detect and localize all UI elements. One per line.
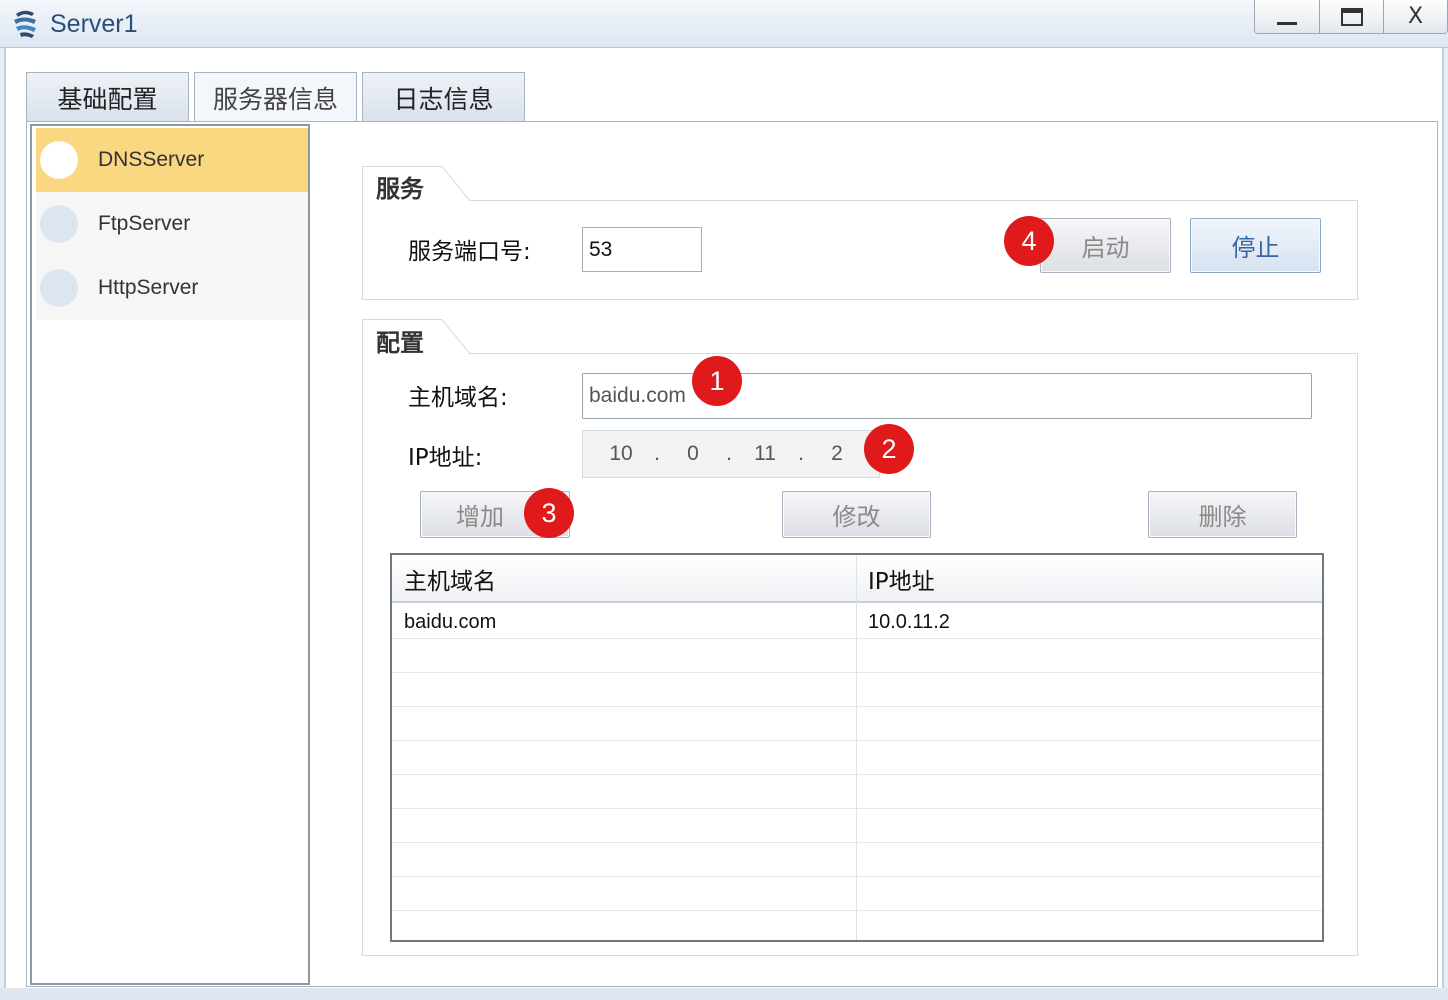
table-row-empty bbox=[392, 843, 1322, 877]
delete-button[interactable]: 删除 bbox=[1148, 491, 1297, 538]
table-row[interactable]: baidu.com 10.0.11.2 bbox=[392, 605, 1322, 639]
service-status-icon bbox=[40, 141, 78, 179]
start-button[interactable]: 启动 bbox=[1040, 218, 1171, 273]
service-item-http[interactable]: HttpServer bbox=[36, 256, 308, 320]
table-row-empty bbox=[392, 673, 1322, 707]
ip-octet-4[interactable]: 2 bbox=[819, 442, 855, 466]
maximize-icon bbox=[1340, 7, 1363, 26]
host-label: 主机域名: bbox=[408, 385, 508, 411]
ip-separator: . bbox=[726, 442, 732, 465]
port-input[interactable]: 53 bbox=[582, 227, 702, 272]
ip-octet-2[interactable]: 0 bbox=[675, 442, 711, 466]
minimize-button[interactable] bbox=[1255, 0, 1319, 33]
service-item-label: HttpServer bbox=[98, 276, 199, 299]
ip-address-input[interactable]: 10 . 0 . 11 . 2 bbox=[582, 430, 880, 478]
cell-ip: 10.0.11.2 bbox=[868, 610, 950, 633]
maximize-button[interactable] bbox=[1319, 0, 1383, 33]
modify-button[interactable]: 修改 bbox=[782, 491, 931, 538]
column-header-host[interactable]: 主机域名 bbox=[392, 555, 856, 603]
ip-octet-1[interactable]: 10 bbox=[603, 442, 639, 466]
table-row-empty bbox=[392, 809, 1322, 843]
table-row-empty bbox=[392, 707, 1322, 741]
port-label: 服务端口号: bbox=[408, 239, 531, 265]
window-controls: X bbox=[1254, 0, 1448, 34]
service-status-icon bbox=[40, 205, 78, 243]
service-item-ftp[interactable]: FtpServer bbox=[36, 192, 308, 256]
ip-separator: . bbox=[654, 442, 660, 465]
minimize-icon bbox=[1277, 22, 1297, 25]
table-row-empty bbox=[392, 877, 1322, 911]
ip-separator: . bbox=[798, 442, 804, 465]
service-group-title: 服务 bbox=[364, 170, 424, 203]
service-status-icon bbox=[40, 269, 78, 307]
column-header-ip[interactable]: IP地址 bbox=[856, 555, 1322, 603]
ip-label: IP地址: bbox=[408, 445, 483, 471]
service-item-label: DNSServer bbox=[98, 148, 205, 171]
service-item-dns[interactable]: DNSServer bbox=[36, 128, 308, 192]
annotation-badge-3: 3 bbox=[524, 488, 574, 538]
server-app-icon bbox=[14, 10, 36, 38]
tab-server-info[interactable]: 服务器信息 bbox=[194, 72, 357, 122]
tab-log-info[interactable]: 日志信息 bbox=[362, 72, 525, 122]
tab-basic-config[interactable]: 基础配置 bbox=[26, 72, 189, 122]
table-header: 主机域名 IP地址 bbox=[392, 555, 1322, 603]
table-row-empty bbox=[392, 911, 1322, 940]
service-item-label: FtpServer bbox=[98, 212, 191, 235]
cell-host: baidu.com bbox=[404, 610, 497, 633]
annotation-badge-1: 1 bbox=[692, 356, 742, 406]
config-group-title: 配置 bbox=[364, 324, 424, 357]
title-bar: Server1 X bbox=[0, 0, 1448, 48]
service-list: DNSServer FtpServer HttpServer bbox=[30, 124, 310, 985]
column-divider bbox=[856, 555, 857, 940]
annotation-badge-4: 4 bbox=[1004, 216, 1054, 266]
add-button-label: 增加 bbox=[456, 503, 504, 531]
dns-records-table: 主机域名 IP地址 baidu.com 10.0.11.2 bbox=[390, 553, 1324, 942]
window-bottom-border bbox=[0, 988, 1448, 1000]
annotation-badge-2: 2 bbox=[864, 424, 914, 474]
table-row-empty bbox=[392, 775, 1322, 809]
window-title: Server1 bbox=[50, 10, 138, 38]
table-row-empty bbox=[392, 639, 1322, 673]
table-row-empty bbox=[392, 741, 1322, 775]
ip-octet-3[interactable]: 11 bbox=[747, 442, 783, 466]
stop-button[interactable]: 停止 bbox=[1190, 218, 1321, 273]
close-button[interactable]: X bbox=[1383, 0, 1447, 33]
